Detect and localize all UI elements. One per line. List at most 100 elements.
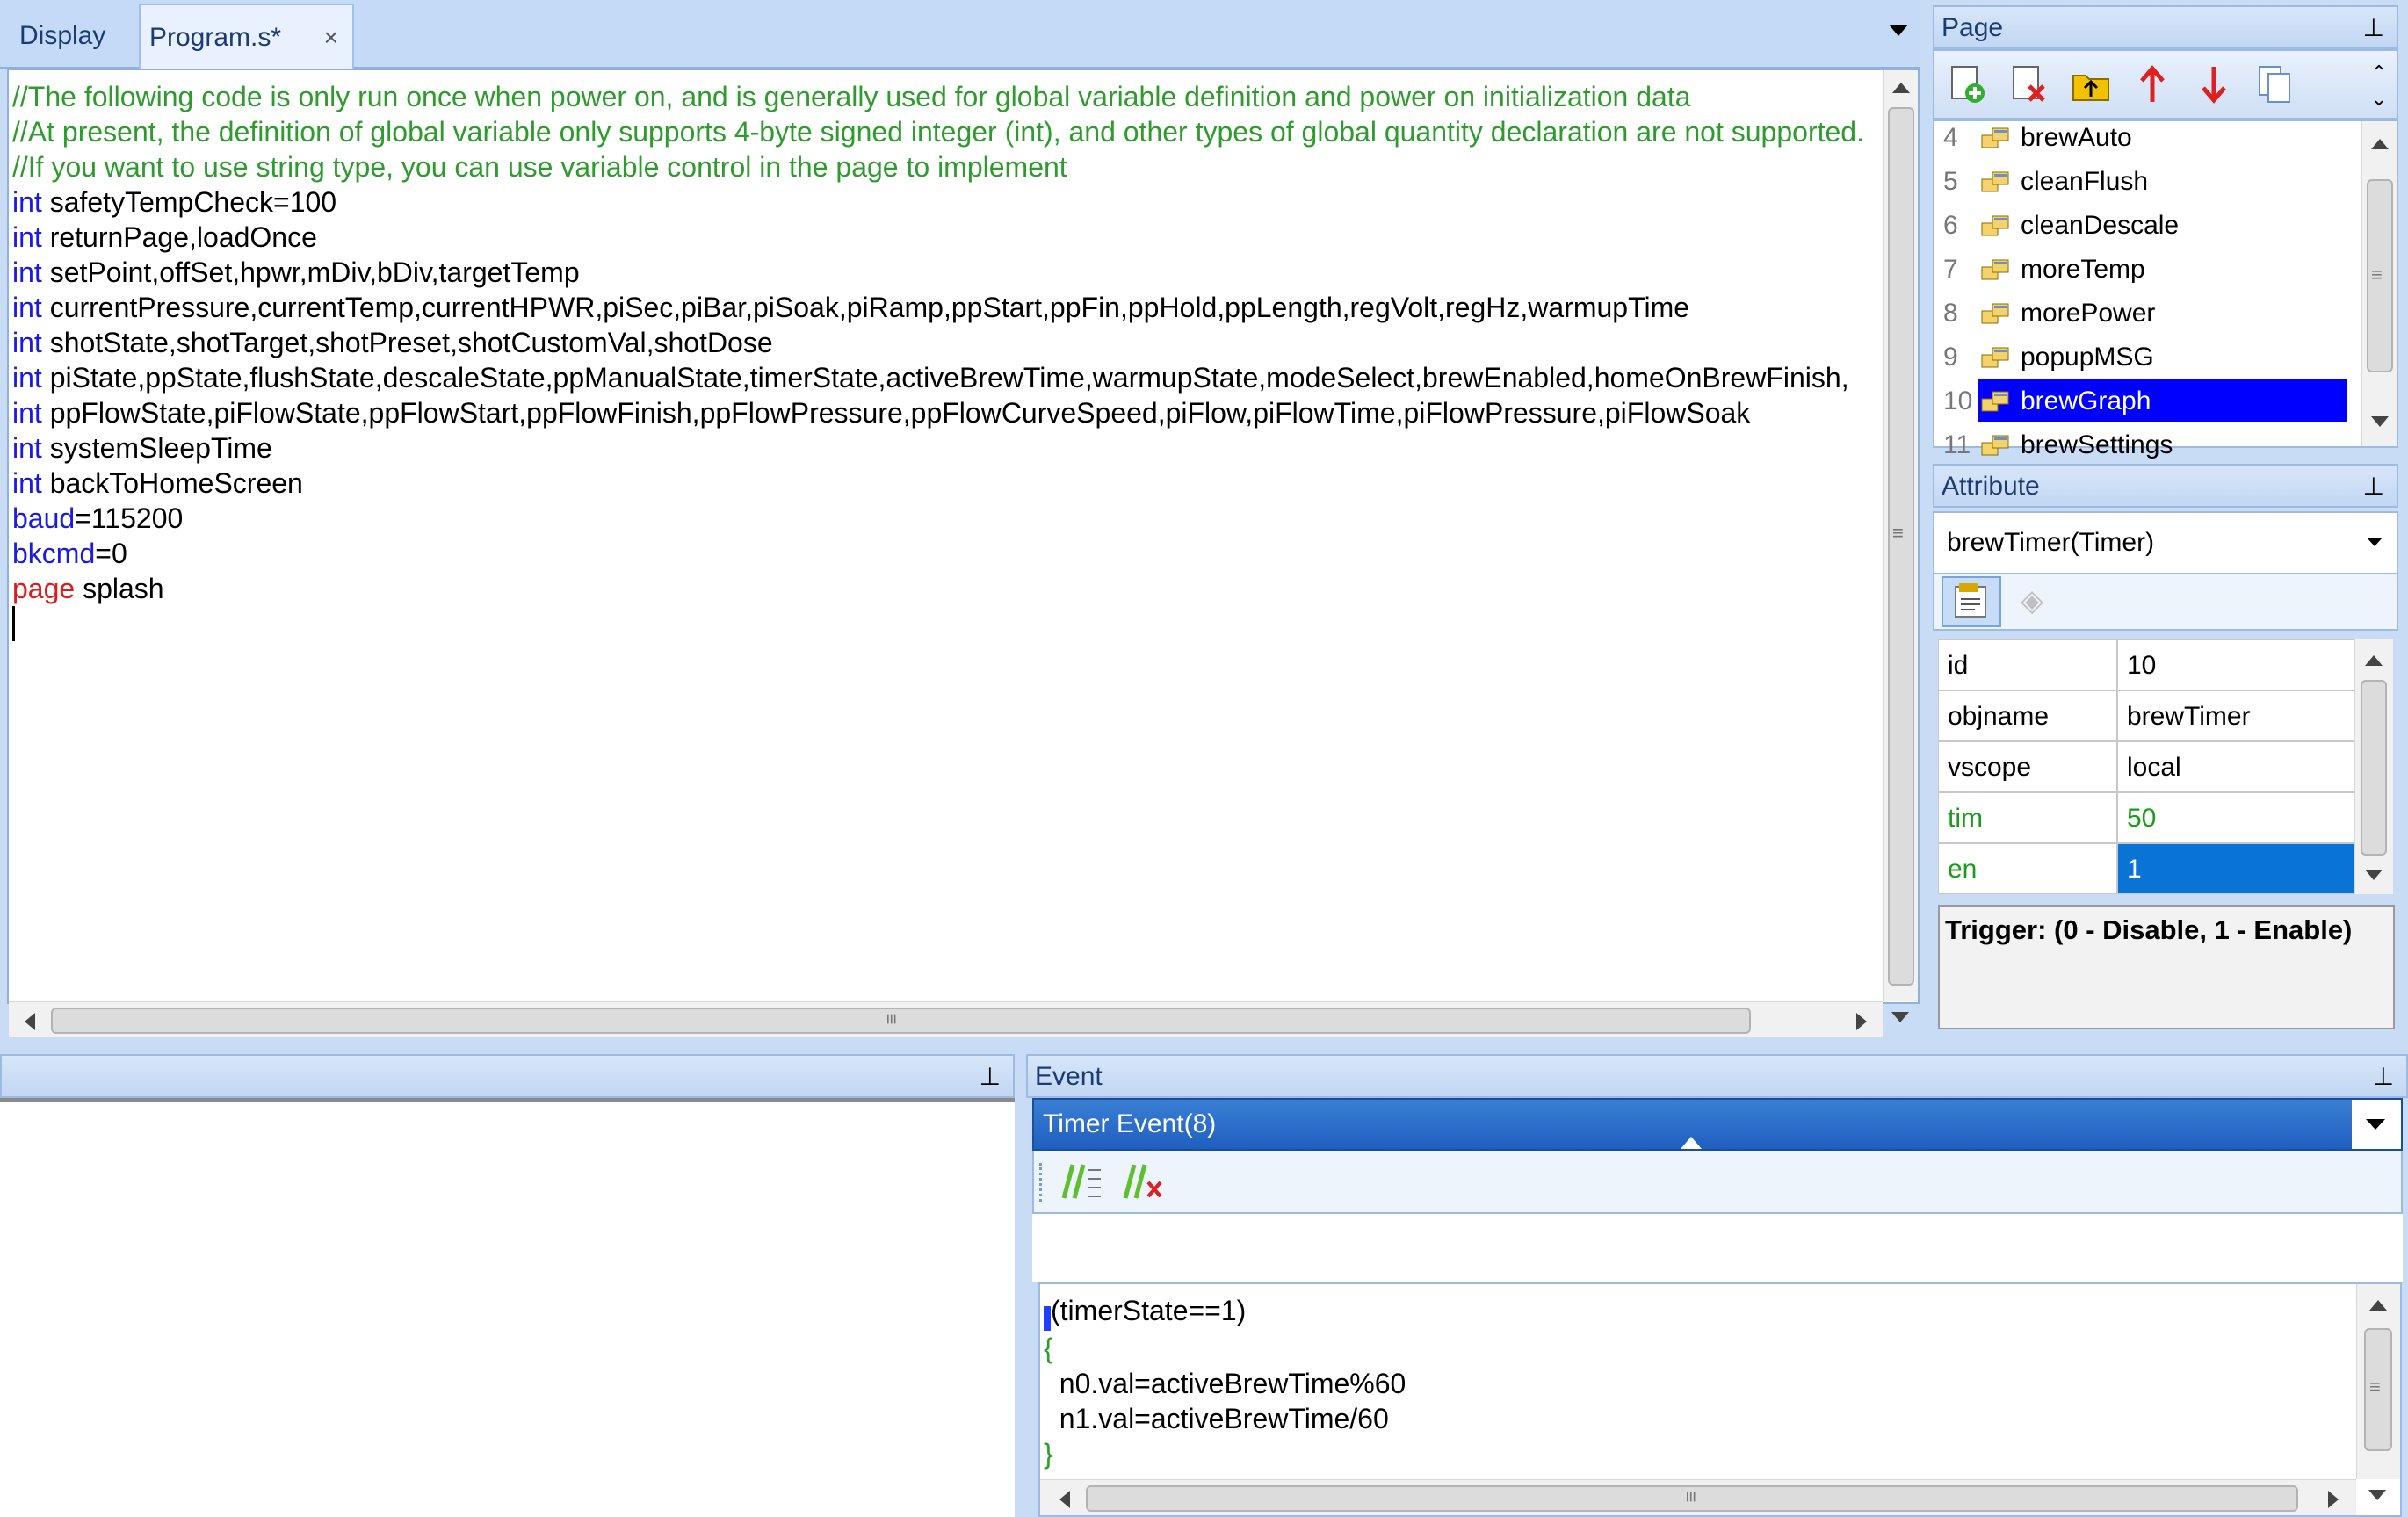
editor-vscroll-thumb[interactable]: ≡ xyxy=(1888,107,1914,986)
code-keyword: int xyxy=(12,362,42,394)
code-line[interactable]: //At present, the definition of global v… xyxy=(12,114,1864,149)
code-line[interactable]: int backToHomeScreen xyxy=(12,466,1864,501)
code-line[interactable]: baud=115200 xyxy=(12,501,1864,536)
scroll-left-icon[interactable] xyxy=(25,1013,35,1030)
event-code-line[interactable]: n0.val=activeBrewTime%60 xyxy=(1044,1366,1406,1401)
attribute-value[interactable]: 1 xyxy=(2117,843,2354,894)
scroll-down-icon[interactable] xyxy=(2368,1490,2386,1500)
comment-icon[interactable] xyxy=(1057,1159,1106,1203)
scroll-right-icon[interactable] xyxy=(1856,1013,1867,1030)
scroll-right-icon[interactable] xyxy=(2328,1491,2339,1508)
event-code-line[interactable]: n1.val=activeBrewTime/60 xyxy=(1044,1401,1406,1436)
code-line[interactable]: int ppFlowState,piFlowState,ppFlowStart,… xyxy=(12,395,1864,430)
page-list-scroll-thumb[interactable]: ≡ xyxy=(2367,179,2393,372)
scroll-up-icon[interactable] xyxy=(2369,1300,2387,1311)
tab-list-dropdown-icon[interactable] xyxy=(1889,25,1908,36)
event-dropdown-button[interactable] xyxy=(2352,1100,2401,1149)
code-text[interactable]: //The following code is only run once wh… xyxy=(12,79,1864,606)
scroll-down-icon[interactable] xyxy=(2371,416,2389,427)
scroll-up-icon[interactable] xyxy=(2365,655,2383,666)
event-horizontal-scrollbar[interactable]: ≡ xyxy=(1040,1479,2356,1515)
code-line[interactable]: int safetyTempCheck=100 xyxy=(12,184,1864,220)
page-icon xyxy=(1981,171,2009,192)
attribute-name[interactable]: vscope xyxy=(1938,741,2117,792)
editor-horizontal-scrollbar[interactable]: ≡ xyxy=(9,1001,1883,1037)
page-list-item[interactable]: 5 cleanFlush xyxy=(1942,160,2346,204)
page-list-item[interactable]: 11 brewSettings xyxy=(1942,423,2346,467)
delete-page-icon[interactable] xyxy=(2008,63,2050,105)
code-line[interactable]: //If you want to use string type, you ca… xyxy=(12,149,1864,184)
attribute-name[interactable]: objname xyxy=(1938,690,2117,741)
page-number: 9 xyxy=(1943,343,1958,372)
close-icon[interactable]: × xyxy=(324,5,338,70)
tab-program-s[interactable]: Program.s* × xyxy=(139,4,354,69)
scroll-down-icon[interactable] xyxy=(1891,1012,1909,1022)
page-list-item[interactable]: 7 moreTemp xyxy=(1942,248,2346,292)
attribute-value[interactable]: local xyxy=(2117,741,2354,792)
attribute-name[interactable]: tim xyxy=(1938,792,2117,843)
attribute-value[interactable]: 10 xyxy=(2117,639,2354,690)
code-line[interactable]: int returnPage,loadOnce xyxy=(12,220,1864,255)
tab-label: Display xyxy=(19,21,106,50)
attribute-scroll-thumb[interactable] xyxy=(2361,680,2387,856)
event-code-line[interactable]: if(timerState==1) xyxy=(1044,1293,1406,1331)
import-page-icon[interactable] xyxy=(2070,63,2112,105)
tab-display[interactable]: Display xyxy=(0,4,134,69)
event-vertical-scrollbar[interactable]: ≡ xyxy=(2356,1284,2400,1479)
page-list-item[interactable]: 8 morePower xyxy=(1942,292,2346,336)
code-line[interactable]: int piState,ppState,flushState,descaleSt… xyxy=(12,360,1864,395)
editor-vertical-scrollbar[interactable]: ≡ xyxy=(1883,70,1918,1001)
code-text: =115200 xyxy=(75,502,184,534)
event-selector[interactable]: Timer Event(8) xyxy=(1032,1098,2403,1151)
attribute-scrollbar[interactable] xyxy=(2354,639,2393,894)
pin-icon[interactable]: ⊥ xyxy=(2373,1056,2394,1098)
code-line[interactable]: bkcmd=0 xyxy=(12,536,1864,571)
page-name: morePower xyxy=(2021,299,2156,328)
page-list-item[interactable]: 9 popupMSG xyxy=(1942,336,2346,379)
page-name: brewSettings xyxy=(2021,430,2173,459)
scroll-down-icon[interactable] xyxy=(2365,870,2383,880)
move-up-icon[interactable] xyxy=(2131,63,2173,105)
events-icon[interactable]: ◈ xyxy=(2021,583,2056,618)
add-page-icon[interactable] xyxy=(1947,63,1989,105)
chevron-down-icon[interactable] xyxy=(2367,538,2383,546)
toolbar-overflow-icon[interactable]: ⌃ ⌄ xyxy=(2367,60,2391,112)
code-line[interactable]: int shotState,shotTarget,shotPreset,shot… xyxy=(12,325,1864,360)
code-line[interactable]: int setPoint,offSet,hpwr,mDiv,bDiv,targe… xyxy=(12,255,1864,290)
code-editor[interactable]: //The following code is only run once wh… xyxy=(7,69,1920,1037)
attribute-value[interactable]: 50 xyxy=(2117,792,2354,843)
event-code-text[interactable]: if(timerState==1){ n0.val=activeBrewTime… xyxy=(1044,1293,1406,1471)
pin-icon[interactable]: ⊥ xyxy=(980,1056,1001,1098)
copy-page-icon[interactable] xyxy=(2254,63,2296,105)
panel-splitter[interactable] xyxy=(1015,1054,1026,1517)
scroll-up-icon[interactable] xyxy=(1892,83,1910,93)
code-keyword: int xyxy=(12,186,42,218)
page-list-item[interactable]: 6 cleanDescale xyxy=(1942,204,2346,248)
attribute-name[interactable]: id xyxy=(1938,639,2117,690)
scroll-up-icon[interactable] xyxy=(2371,139,2389,149)
code-line[interactable]: //The following code is only run once wh… xyxy=(12,79,1864,114)
pin-icon[interactable]: ⊥ xyxy=(2363,466,2384,508)
uncomment-icon[interactable] xyxy=(1118,1159,1168,1203)
page-list-scrollbar[interactable]: ≡ xyxy=(2361,121,2397,446)
object-selector[interactable]: brewTimer(Timer) xyxy=(1933,511,2398,574)
move-down-icon[interactable] xyxy=(2193,63,2235,105)
attribute-value[interactable]: brewTimer xyxy=(2117,690,2354,741)
event-code-line[interactable]: } xyxy=(1044,1436,1406,1471)
pin-icon[interactable]: ⊥ xyxy=(2363,7,2384,49)
code-line[interactable]: int currentPressure,currentTemp,currentH… xyxy=(12,290,1864,325)
page-icon xyxy=(1981,259,2009,280)
event-vscroll-thumb[interactable]: ≡ xyxy=(2364,1328,2392,1451)
attribute-name[interactable]: en xyxy=(1938,843,2117,894)
event-code-editor[interactable]: if(timerState==1){ n0.val=activeBrewTime… xyxy=(1038,1282,2402,1517)
editor-hscroll-thumb[interactable]: ≡ xyxy=(51,1008,1751,1034)
event-spacer xyxy=(1032,1214,2403,1282)
code-line[interactable]: page splash xyxy=(12,571,1864,606)
event-code-line[interactable]: { xyxy=(1044,1331,1406,1366)
code-line[interactable]: int systemSleepTime xyxy=(12,430,1864,466)
page-list-item[interactable]: 4 brewAuto xyxy=(1942,116,2346,160)
properties-icon[interactable] xyxy=(1942,576,2001,627)
page-list-item[interactable]: 10 brewGraph xyxy=(1942,379,2347,423)
scroll-left-icon[interactable] xyxy=(1059,1491,1070,1508)
event-hscroll-thumb[interactable]: ≡ xyxy=(1086,1485,2298,1512)
